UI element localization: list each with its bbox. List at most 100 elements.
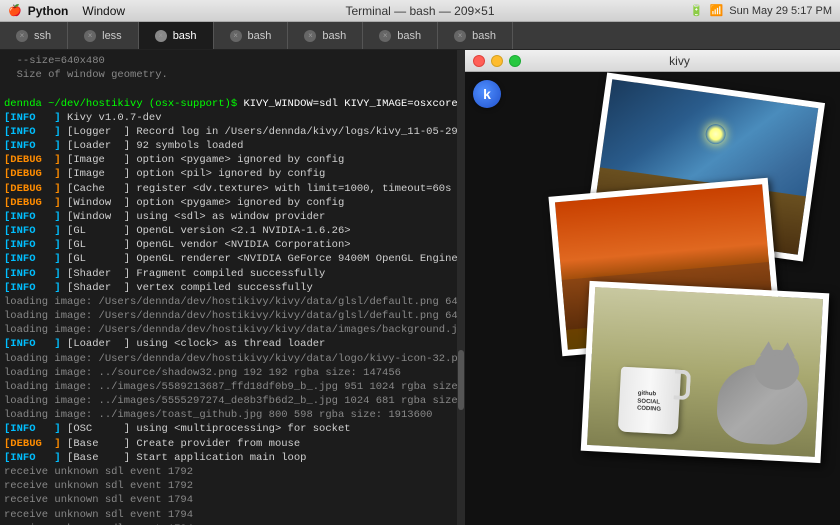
loading-text-4: loading image: ../images/5589213687_ffd1… — [4, 380, 457, 394]
tab-label-less: less — [102, 30, 122, 42]
tab-close-less[interactable]: × — [84, 30, 96, 42]
cat-ear-left — [760, 341, 777, 356]
tab-label-bash5: bash — [472, 30, 496, 42]
terminal-pane: --size=640x480 Size of window geometry. … — [0, 50, 465, 525]
tab-less[interactable]: × less — [68, 22, 139, 49]
log-loading-5: loading image: ../images/5555297274_de8b… — [4, 394, 453, 408]
window-close-btn[interactable] — [473, 55, 485, 67]
log-kivy-version-text: Kivy v1.0.7-dev — [61, 111, 162, 125]
loading-text-1: loading image: /Users/dennda/dev/hostiki… — [4, 309, 457, 323]
tab-bash-5[interactable]: × bash — [438, 22, 513, 49]
tab-close-bash1[interactable]: × — [155, 30, 167, 42]
wifi-icon: 📶 — [710, 4, 724, 17]
log-tag-2: [DEBUG ] — [4, 153, 61, 167]
kivy-pane: kivy k — [465, 50, 840, 525]
log-tag-osc: [INFO ] — [4, 422, 61, 436]
log-text-osc: [OSC ] using <multiprocessing> for socke… — [61, 422, 351, 436]
terminal-scrollbar[interactable] — [457, 50, 465, 525]
log-line-11: [INFO ] [Shader ] vertex compiled succes… — [4, 281, 453, 295]
kivy-app-icon: k — [473, 80, 501, 108]
log-event-0: receive unknown sdl event 1792 — [4, 465, 453, 479]
tab-bash-4[interactable]: × bash — [363, 22, 438, 49]
log-tag-0: [INFO ] — [4, 125, 61, 139]
tab-bash-2[interactable]: × bash — [214, 22, 289, 49]
log-tag-loader: [INFO ] — [4, 337, 61, 351]
log-text-3: [Image ] option <pil> ignored by config — [61, 167, 326, 181]
log-line-8: [INFO ] [GL ] OpenGL vendor <NVIDIA Corp… — [4, 238, 453, 252]
photo-container: k — [465, 72, 840, 525]
size-desc-text: Size of window geometry. — [4, 68, 168, 82]
log-kivy-version: [INFO ] Kivy v1.0.7-dev — [4, 111, 453, 125]
log-loading-3: loading image: ../source/shadow32.png 19… — [4, 366, 453, 380]
log-base-loop: [INFO ] [Base ] Start application main l… — [4, 451, 453, 465]
cat-body — [715, 362, 809, 447]
log-loading-4: loading image: ../images/5589213687_ffd1… — [4, 380, 453, 394]
log-loading-1: loading image: /Users/dennda/dev/hostiki… — [4, 309, 453, 323]
menu-python[interactable]: Python — [28, 4, 69, 18]
loading-text-3: loading image: ../source/shadow32.png 19… — [4, 366, 401, 380]
photo-mug-cat: github SOCIAL CODING — [581, 281, 830, 463]
loading-text-2: loading image: /Users/dennda/dev/hostiki… — [4, 323, 457, 337]
kivy-titlebar: kivy — [465, 50, 840, 72]
log-line-loader: [INFO ] [Loader ] using <clock> as threa… — [4, 337, 453, 351]
kivy-canvas: k — [465, 72, 840, 525]
loading-text-6: loading image: ../images/toast_github.jp… — [4, 408, 432, 422]
menu-window[interactable]: Window — [82, 4, 125, 18]
scrollbar-thumb[interactable] — [458, 350, 464, 410]
log-tag-3: [DEBUG ] — [4, 167, 61, 181]
tab-close-bash3[interactable]: × — [304, 30, 316, 42]
log-osc: [INFO ] [OSC ] using <multiprocessing> f… — [4, 422, 453, 436]
log-loading-icon: loading image: /Users/dennda/dev/hostiki… — [4, 352, 453, 366]
log-text-0: [Logger ] Record log in /Users/dennda/ki… — [61, 125, 457, 139]
log-tag-8: [INFO ] — [4, 238, 61, 252]
log-event-1: receive unknown sdl event 1792 — [4, 479, 453, 493]
log-text-7: [GL ] OpenGL version <2.1 NVIDIA-1.6.26> — [61, 224, 351, 238]
title-bar: 🍎 Python Window Terminal — bash — 209×51… — [0, 0, 840, 22]
log-text-1: [Loader ] 92 symbols loaded — [61, 139, 244, 153]
main-content: --size=640x480 Size of window geometry. … — [0, 50, 840, 525]
log-tag-5: [DEBUG ] — [4, 196, 61, 210]
photo-star — [704, 123, 727, 146]
log-tag-1: [INFO ] — [4, 139, 61, 153]
mug-body: github SOCIAL CODING — [618, 367, 681, 435]
loading-text-0: loading image: /Users/dennda/dev/hostiki… — [4, 295, 457, 309]
photo-stack: github SOCIAL CODING — [555, 87, 835, 467]
log-loading-6: loading image: ../images/toast_github.jp… — [4, 408, 453, 422]
tab-label-bash1: bash — [173, 30, 197, 42]
log-tag-6: [INFO ] — [4, 210, 61, 224]
tab-label-bash2: bash — [248, 30, 272, 42]
tab-close-bash5[interactable]: × — [454, 30, 466, 42]
log-line-4: [DEBUG ] [Cache ] register <dv.texture> … — [4, 182, 453, 196]
terminal-size-line: --size=640x480 — [4, 54, 453, 68]
tab-close-bash2[interactable]: × — [230, 30, 242, 42]
log-line-1: [INFO ] [Loader ] 92 symbols loaded — [4, 139, 453, 153]
log-text-9: [GL ] OpenGL renderer <NVIDIA GeForce 94… — [61, 252, 457, 266]
tab-label-bash4: bash — [397, 30, 421, 42]
event-text-2: receive unknown sdl event 1794 — [4, 493, 193, 507]
cat-ear-right — [779, 342, 796, 357]
log-line-0: [INFO ] [Logger ] Record log in /Users/d… — [4, 125, 453, 139]
tab-bar: × ssh × less × bash × bash × bash × bash… — [0, 22, 840, 50]
tab-bash-3[interactable]: × bash — [288, 22, 363, 49]
log-text-4: [Cache ] register <dv.texture> with limi… — [61, 182, 452, 196]
window-minimize-btn[interactable] — [491, 55, 503, 67]
tab-close-ssh[interactable]: × — [16, 30, 28, 42]
log-text-10: [Shader ] Fragment compiled successfully — [61, 267, 326, 281]
tab-close-bash4[interactable]: × — [379, 30, 391, 42]
loading-text-icon: loading image: /Users/dennda/dev/hostiki… — [4, 352, 457, 366]
terminal-size-desc: Size of window geometry. — [4, 68, 453, 82]
tab-bash-1[interactable]: × bash — [139, 22, 214, 49]
event-text-1: receive unknown sdl event 1792 — [4, 479, 193, 493]
window-maximize-btn[interactable] — [509, 55, 521, 67]
terminal-prompt-line: dennda ~/dev/hostikivy (osx-support)$ KI… — [4, 97, 453, 111]
tab-ssh[interactable]: × ssh — [0, 22, 68, 49]
terminal-content[interactable]: --size=640x480 Size of window geometry. … — [0, 50, 457, 525]
cat-head — [753, 349, 800, 391]
apple-menu-icon[interactable]: 🍎 — [8, 4, 22, 18]
log-line-9: [INFO ] [GL ] OpenGL renderer <NVIDIA Ge… — [4, 252, 453, 266]
log-text-base-loop: [Base ] Start application main loop — [61, 451, 307, 465]
log-text-base-mouse: [Base ] Create provider from mouse — [61, 437, 300, 451]
battery-icon: 🔋 — [690, 4, 704, 17]
log-tag-9: [INFO ] — [4, 252, 61, 266]
terminal-inner: --size=640x480 Size of window geometry. … — [0, 50, 465, 525]
